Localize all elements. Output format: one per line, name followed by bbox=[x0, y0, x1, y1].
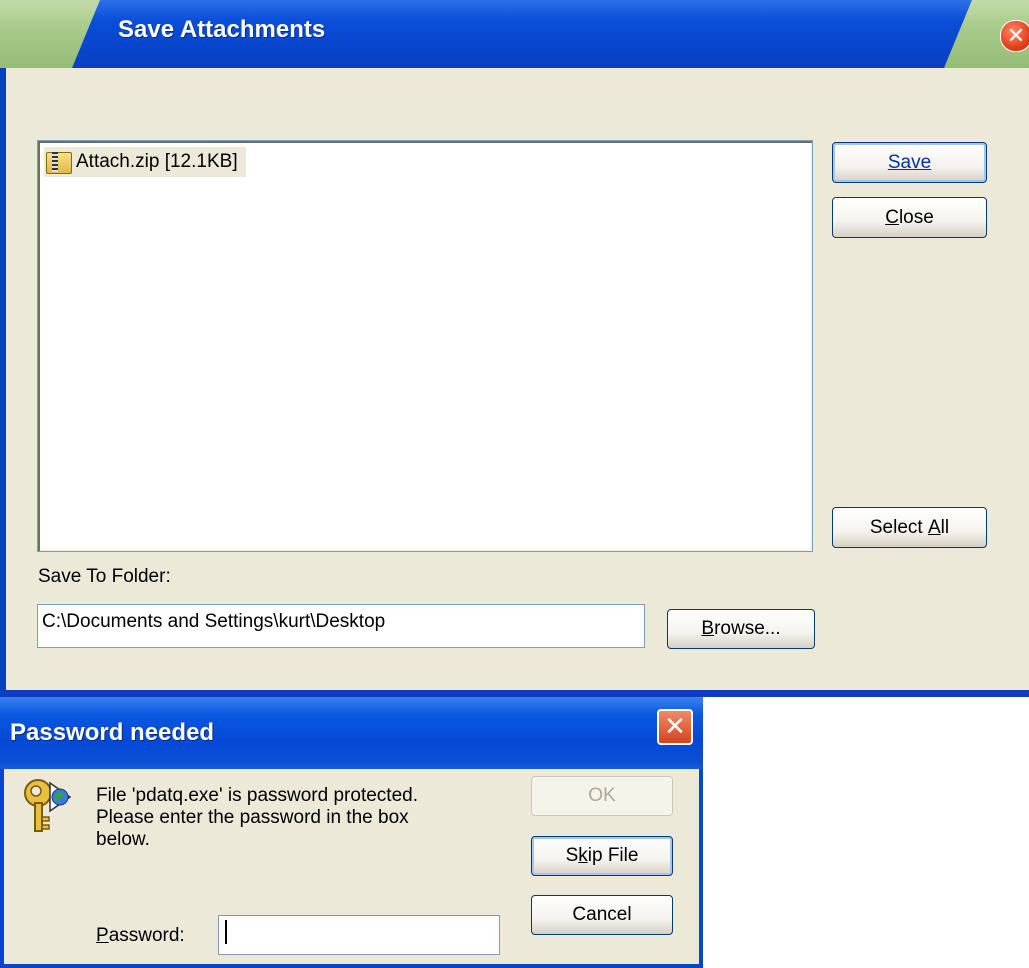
zip-folder-icon bbox=[44, 150, 72, 174]
close-button[interactable]: Close bbox=[832, 197, 987, 238]
title-bar[interactable]: Password needed ✕ bbox=[0, 697, 703, 769]
skip-file-button[interactable]: Sk ip File bbox=[531, 836, 673, 876]
password-label: Password: bbox=[96, 925, 185, 946]
save-attachments-window: Save Attachments ✕ Attach.zip [12.1KB] S… bbox=[0, 0, 1029, 697]
dialog-title: Password needed bbox=[10, 719, 215, 746]
window-border bbox=[0, 690, 1029, 697]
password-input[interactable] bbox=[218, 915, 500, 955]
folder-path-field[interactable]: C:\Documents and Settings\kurt\Desktop bbox=[37, 604, 645, 648]
key-icon bbox=[24, 779, 72, 832]
cancel-button[interactable]: Cancel bbox=[531, 895, 673, 935]
browse-button[interactable]: Browse... bbox=[667, 609, 815, 649]
list-item[interactable]: Attach.zip [12.1KB] bbox=[44, 147, 246, 177]
close-icon[interactable]: ✕ bbox=[657, 709, 693, 745]
password-dialog: Password needed ✕ File 'pdatq.exe' is pa… bbox=[0, 697, 703, 968]
window-border bbox=[0, 68, 6, 697]
select-all-button[interactable]: Select All bbox=[832, 507, 987, 548]
attachments-list[interactable]: Attach.zip [12.1KB] bbox=[37, 140, 813, 552]
ok-button[interactable]: OK bbox=[531, 776, 673, 816]
close-icon[interactable]: ✕ bbox=[1000, 20, 1029, 52]
list-item-label: Attach.zip [12.1KB] bbox=[76, 151, 238, 172]
title-bar[interactable]: Save Attachments bbox=[0, 0, 1029, 68]
password-message: File 'pdatq.exe' is password protected. … bbox=[96, 785, 418, 850]
save-to-folder-label: Save To Folder: bbox=[38, 566, 171, 587]
text-cursor bbox=[225, 920, 227, 944]
save-button[interactable]: Save bbox=[832, 142, 987, 183]
window-title: Save Attachments bbox=[118, 16, 326, 43]
